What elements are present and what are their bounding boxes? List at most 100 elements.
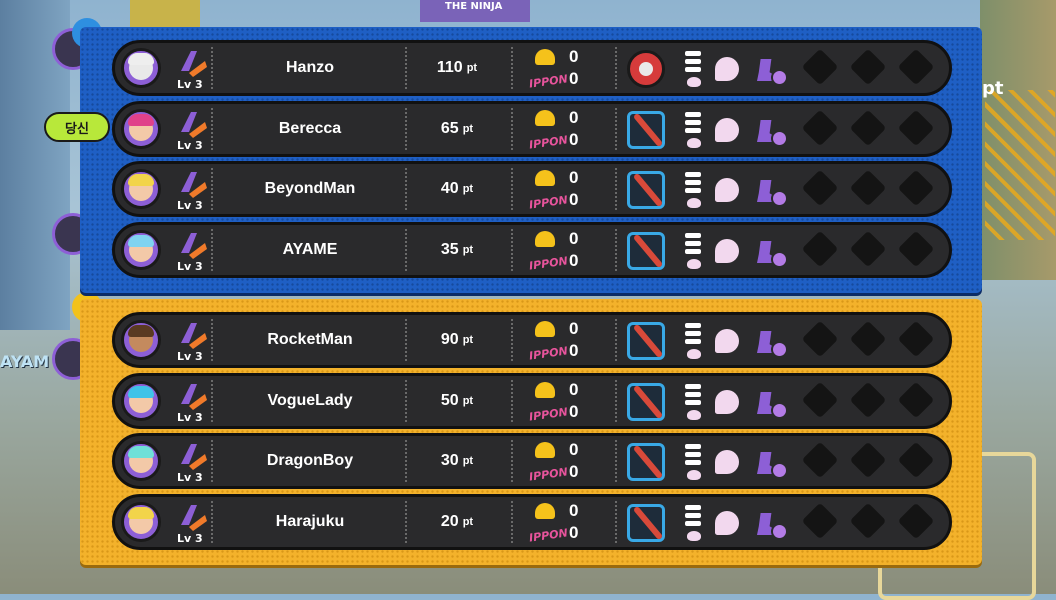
player-points: 40 pt xyxy=(405,164,509,214)
ability-blob xyxy=(687,198,701,208)
tornado-ability-icon xyxy=(715,511,739,535)
column-divider xyxy=(511,440,513,482)
dash-ability-icon xyxy=(683,384,705,422)
ability-bar xyxy=(685,241,701,246)
weapon-shape xyxy=(632,505,664,541)
ippon-count: 0 xyxy=(569,402,579,421)
boot-cooldown-icon xyxy=(755,509,789,540)
ko-stats: IPPON 0 0 xyxy=(527,168,617,214)
points-unit: pt xyxy=(462,395,474,407)
helmet-icon xyxy=(535,321,555,337)
ability-bar xyxy=(685,384,701,389)
dash-ability-icon xyxy=(683,505,705,543)
avatar-hair xyxy=(128,53,154,65)
player-avatar xyxy=(121,109,161,149)
ability-blob xyxy=(687,531,701,541)
ability-bar xyxy=(685,452,701,457)
ko-count: 0 xyxy=(569,229,579,248)
rank-emblem-icon: Lv 3 xyxy=(175,501,211,545)
dash-ability-icon xyxy=(683,444,705,482)
ability-bar xyxy=(685,513,701,518)
boot-cooldown-icon xyxy=(755,237,789,268)
stick-icon xyxy=(627,111,665,149)
ippon-count: 0 xyxy=(569,251,579,270)
tornado-ability-icon xyxy=(715,57,739,81)
column-divider xyxy=(511,229,513,271)
ko-count: 0 xyxy=(569,47,579,66)
blue-team-panel: Lv 3 Hanzo 110 pt IPPON 0 0 Lv 3 Berecca 65 pt IPPO… xyxy=(80,27,982,293)
points-unit: pt xyxy=(462,244,474,256)
player-points: 90 pt xyxy=(405,315,509,365)
column-divider xyxy=(211,319,213,361)
tornado-ability-icon xyxy=(715,329,739,353)
ko-stats: IPPON 0 0 xyxy=(527,47,617,93)
player-points: 35 pt xyxy=(405,225,509,275)
ko-count: 0 xyxy=(569,168,579,187)
player-row[interactable]: Lv 3 BeyondMan 40 pt IPPON 0 0 xyxy=(112,161,952,217)
helmet-icon xyxy=(535,170,555,186)
points-value: 40 xyxy=(440,180,459,197)
points-unit: pt xyxy=(462,516,474,528)
weapon-shape xyxy=(632,112,664,148)
points-unit: pt xyxy=(466,62,478,74)
background-player-name: AYAM xyxy=(0,352,50,371)
weapon-shape xyxy=(632,384,664,420)
ability-bar xyxy=(685,51,701,56)
clock-badge xyxy=(771,190,788,207)
background-pt-text: pt xyxy=(982,78,1004,99)
player-avatar xyxy=(121,381,161,421)
column-divider xyxy=(511,319,513,361)
player-row[interactable]: Lv 3 DragonBoy 30 pt IPPON 0 0 xyxy=(112,433,952,489)
points-unit: pt xyxy=(462,334,474,346)
avatar-hair xyxy=(128,507,154,519)
ko-stats: IPPON 0 0 xyxy=(527,380,617,426)
tornado-ability-icon xyxy=(715,118,739,142)
clock-badge xyxy=(771,130,788,147)
helmet-icon xyxy=(535,110,555,126)
ko-count: 0 xyxy=(569,501,579,520)
empty-item-slot-icon xyxy=(849,230,887,268)
ability-bar xyxy=(685,460,701,465)
player-row[interactable]: Lv 3 Hanzo 110 pt IPPON 0 0 xyxy=(112,40,952,96)
background-sign-text: THE NINJA xyxy=(445,1,503,12)
clock-badge xyxy=(771,69,788,86)
level-label: Lv 3 xyxy=(177,350,203,363)
ability-bar xyxy=(685,323,701,328)
empty-item-slot-icon xyxy=(897,169,935,207)
player-row[interactable]: Lv 3 AYAME 35 pt IPPON 0 0 xyxy=(112,222,952,278)
boot-cooldown-icon xyxy=(755,448,789,479)
ippon-count: 0 xyxy=(569,130,579,149)
rank-emblem-icon: Lv 3 xyxy=(175,229,211,273)
ability-bar xyxy=(685,444,701,449)
points-value: 50 xyxy=(440,392,459,409)
clock-badge xyxy=(771,251,788,268)
player-points: 30 pt xyxy=(405,436,509,486)
player-name: RocketMan xyxy=(267,331,353,348)
avatar-hair xyxy=(128,386,154,398)
player-row[interactable]: Lv 3 Harajuku 20 pt IPPON 0 0 xyxy=(112,494,952,550)
dash-ability-icon xyxy=(683,323,705,361)
column-divider xyxy=(211,168,213,210)
ippon-label: IPPON xyxy=(528,465,569,484)
points-value: 35 xyxy=(440,241,459,258)
stick-icon xyxy=(627,171,665,209)
player-points: 20 pt xyxy=(405,497,509,547)
column-divider xyxy=(511,168,513,210)
level-label: Lv 3 xyxy=(177,260,203,273)
column-divider xyxy=(211,108,213,150)
player-row[interactable]: Lv 3 VogueLady 50 pt IPPON 0 0 xyxy=(112,373,952,429)
player-row[interactable]: Lv 3 RocketMan 90 pt IPPON 0 0 xyxy=(112,312,952,368)
helmet-icon xyxy=(535,503,555,519)
ability-bar xyxy=(685,59,701,64)
dash-ability-icon xyxy=(683,51,705,89)
player-row[interactable]: Lv 3 Berecca 65 pt IPPON 0 0 xyxy=(112,101,952,157)
ippon-label: IPPON xyxy=(528,193,569,212)
boot-cooldown-icon xyxy=(755,388,789,419)
empty-item-slot-icon xyxy=(801,320,839,358)
empty-item-slot-icon xyxy=(897,109,935,147)
dash-ability-icon xyxy=(683,233,705,271)
clock-badge xyxy=(771,402,788,419)
boot-cooldown-icon xyxy=(755,327,789,358)
player-avatar xyxy=(121,230,161,270)
rank-emblem-icon: Lv 3 xyxy=(175,319,211,363)
